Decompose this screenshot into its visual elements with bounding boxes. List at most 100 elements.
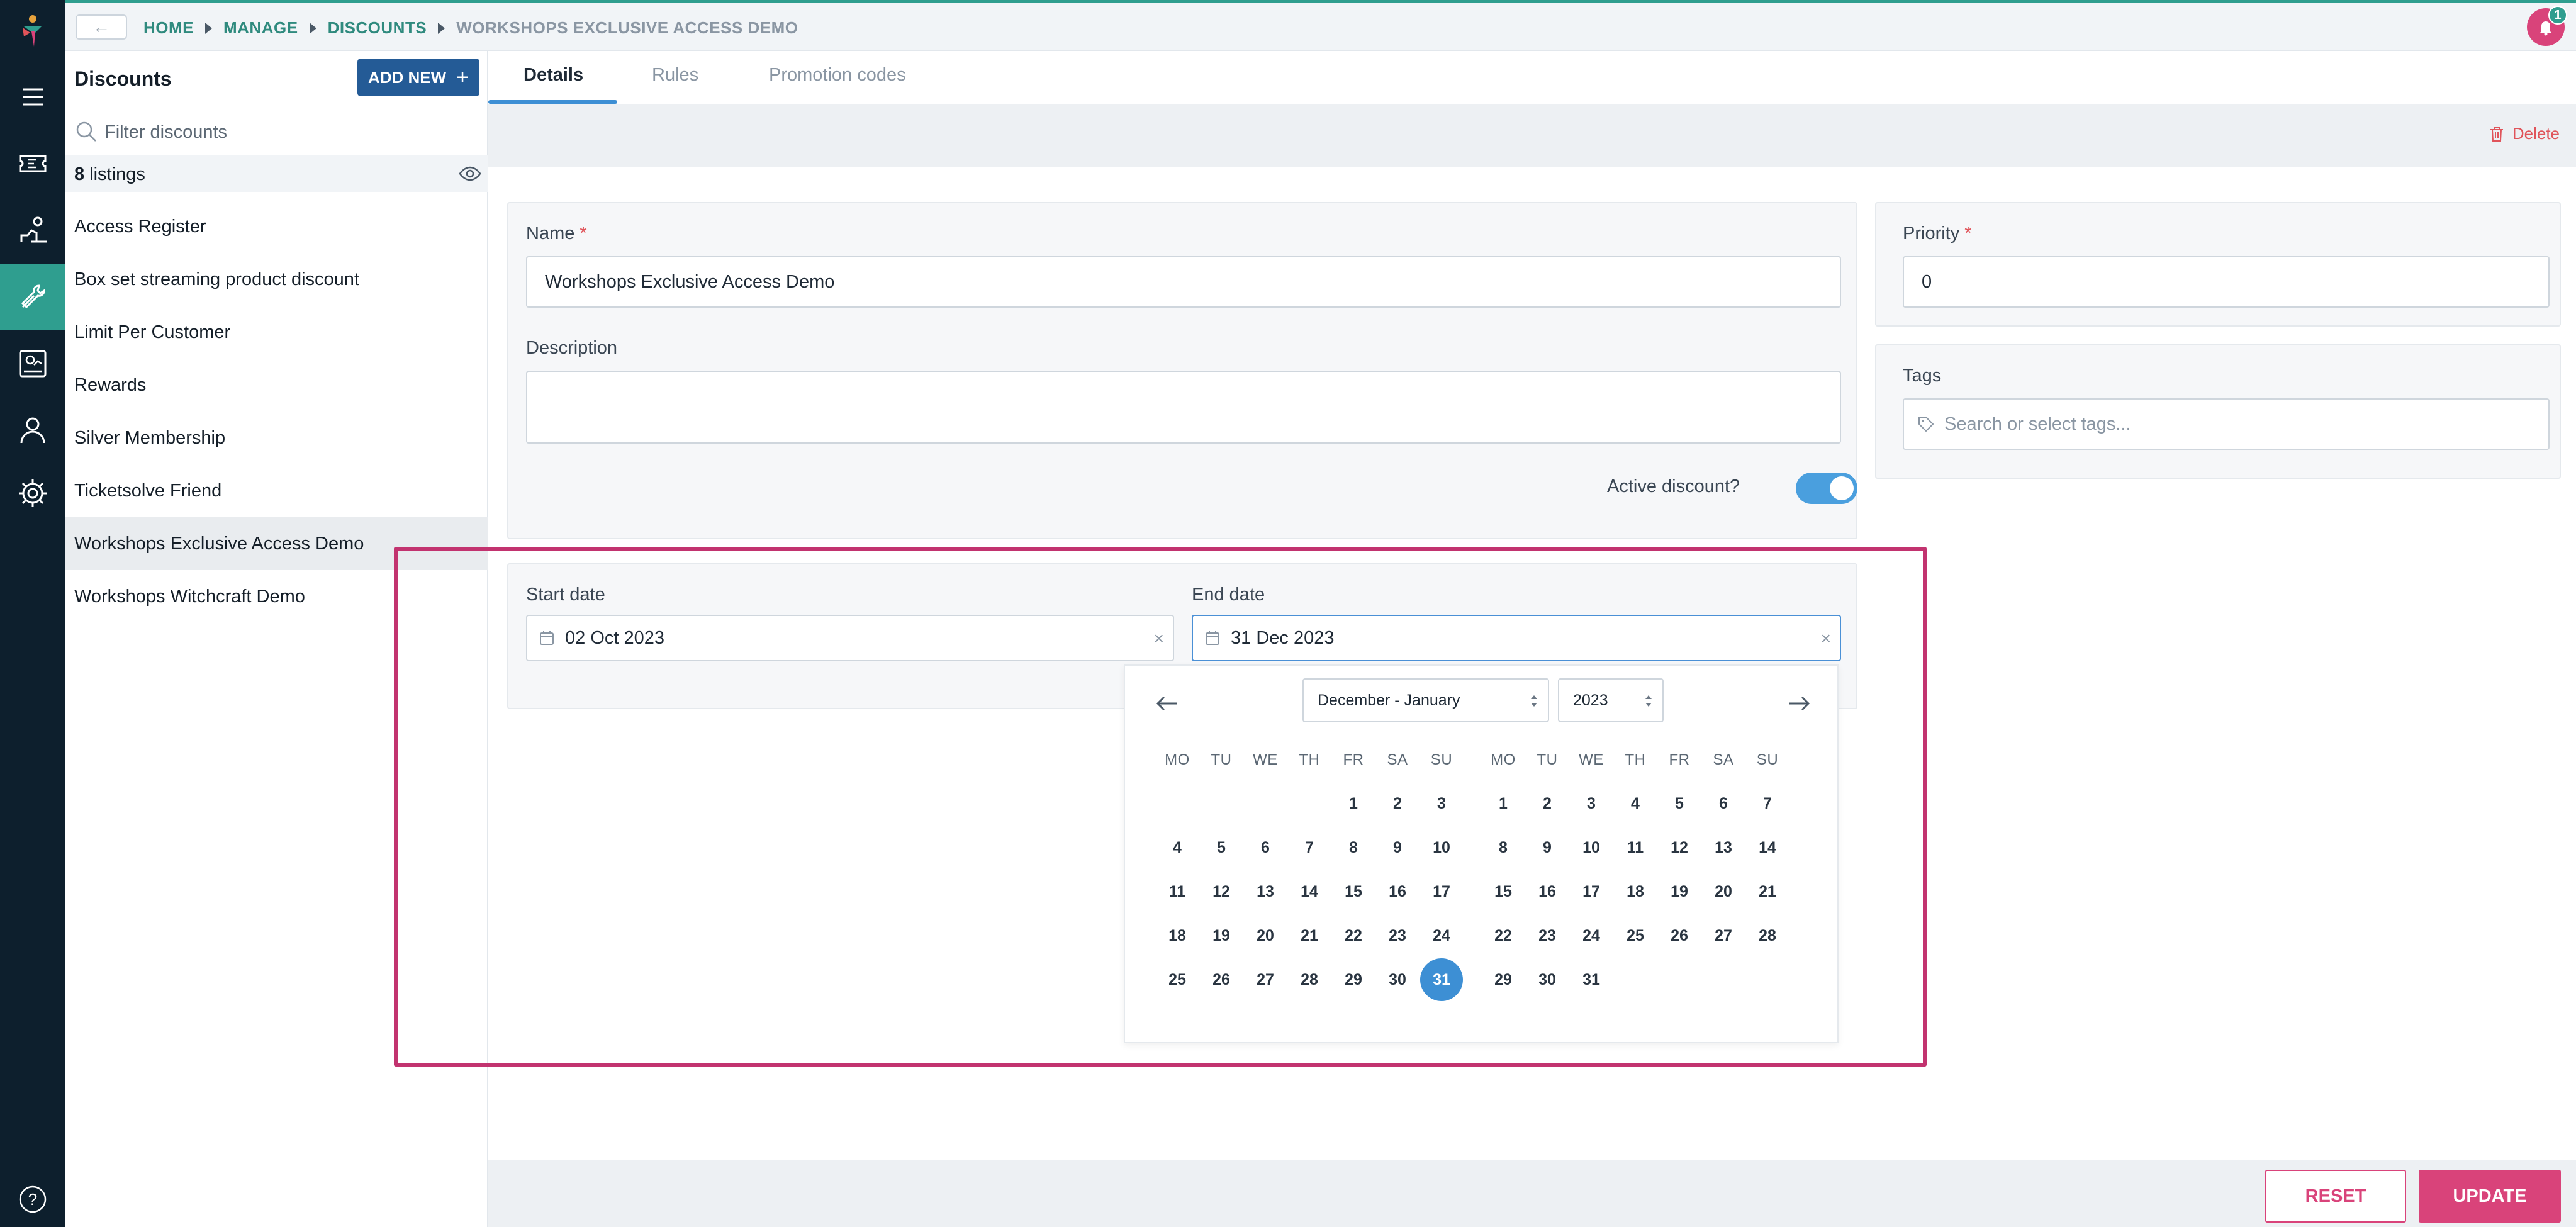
calendar-day[interactable]: 21 bbox=[1287, 915, 1331, 956]
calendar-day[interactable]: 27 bbox=[1701, 915, 1745, 956]
list-item[interactable]: Box set streaming product discount bbox=[65, 253, 488, 306]
calendar-day[interactable]: 16 bbox=[1525, 871, 1569, 912]
list-item[interactable]: Workshops Witchcraft Demo bbox=[65, 570, 488, 623]
calendar-day[interactable]: 30 bbox=[1375, 959, 1420, 1000]
calendar-day[interactable]: 4 bbox=[1155, 827, 1199, 868]
calendar-day[interactable]: 28 bbox=[1745, 915, 1789, 956]
breadcrumb-manage[interactable]: MANAGE bbox=[223, 18, 298, 38]
calendar-day[interactable]: 26 bbox=[1199, 959, 1243, 1000]
list-item-selected[interactable]: Workshops Exclusive Access Demo bbox=[65, 517, 488, 570]
calendar-day[interactable]: 28 bbox=[1287, 959, 1331, 1000]
calendar-day[interactable]: 7 bbox=[1745, 783, 1789, 824]
add-new-button[interactable]: ADD NEW + bbox=[357, 59, 479, 96]
users-group-icon[interactable] bbox=[0, 198, 65, 263]
calendar-day[interactable]: 23 bbox=[1525, 915, 1569, 956]
calendar-day[interactable]: 25 bbox=[1155, 959, 1199, 1000]
calendar-day[interactable]: 8 bbox=[1481, 827, 1525, 868]
reports-icon[interactable] bbox=[0, 331, 65, 396]
calendar-day[interactable]: 3 bbox=[1569, 783, 1613, 824]
clear-end-date-icon[interactable]: × bbox=[1821, 630, 1831, 647]
list-item[interactable]: Access Register bbox=[65, 200, 488, 253]
calendar-day[interactable]: 4 bbox=[1613, 783, 1657, 824]
gear-icon[interactable] bbox=[0, 461, 65, 526]
month-range-select[interactable]: December - January bbox=[1302, 678, 1549, 722]
calendar-day[interactable]: 12 bbox=[1199, 871, 1243, 912]
priority-input[interactable]: 0 bbox=[1903, 256, 2550, 308]
person-icon[interactable] bbox=[0, 398, 65, 463]
calendar-day[interactable]: 5 bbox=[1199, 827, 1243, 868]
calendar-day[interactable]: 12 bbox=[1657, 827, 1701, 868]
calendar-day-selected[interactable]: 31 bbox=[1420, 958, 1464, 1001]
calendar-day[interactable]: 14 bbox=[1745, 827, 1789, 868]
calendar-day[interactable]: 13 bbox=[1701, 827, 1745, 868]
help-icon[interactable]: ? bbox=[0, 1167, 65, 1227]
calendar-day[interactable]: 10 bbox=[1569, 827, 1613, 868]
back-button[interactable]: ← bbox=[76, 14, 127, 40]
calendar-day[interactable]: 20 bbox=[1701, 871, 1745, 912]
calendar-day[interactable]: 26 bbox=[1657, 915, 1701, 956]
delete-button[interactable]: Delete bbox=[2487, 124, 2560, 143]
calendar-day[interactable]: 2 bbox=[1525, 783, 1569, 824]
start-date-input[interactable]: 02 Oct 2023 × bbox=[526, 615, 1174, 661]
calendar-day[interactable]: 24 bbox=[1420, 915, 1464, 956]
calendar-day[interactable]: 9 bbox=[1525, 827, 1569, 868]
end-date-input[interactable]: 31 Dec 2023 × bbox=[1192, 615, 1841, 661]
calendar-day[interactable]: 14 bbox=[1287, 871, 1331, 912]
menu-icon[interactable] bbox=[0, 64, 65, 130]
calendar-day[interactable]: 19 bbox=[1199, 915, 1243, 956]
tools-icon[interactable] bbox=[0, 264, 65, 330]
reset-button[interactable]: RESET bbox=[2265, 1170, 2406, 1223]
calendar-day[interactable]: 7 bbox=[1287, 827, 1331, 868]
active-discount-toggle[interactable] bbox=[1796, 473, 1857, 504]
app-logo-icon[interactable] bbox=[19, 14, 47, 52]
calendar-day[interactable]: 20 bbox=[1243, 915, 1287, 956]
calendar-day[interactable]: 13 bbox=[1243, 871, 1287, 912]
list-item[interactable]: Silver Membership bbox=[65, 412, 488, 464]
list-item[interactable]: Limit Per Customer bbox=[65, 306, 488, 359]
breadcrumb-discounts[interactable]: DISCOUNTS bbox=[328, 18, 427, 38]
breadcrumb-home[interactable]: HOME bbox=[143, 18, 194, 38]
previous-month-arrow-icon[interactable] bbox=[1153, 690, 1180, 717]
calendar-day[interactable]: 6 bbox=[1701, 783, 1745, 824]
calendar-day[interactable]: 8 bbox=[1331, 827, 1375, 868]
calendar-day[interactable]: 27 bbox=[1243, 959, 1287, 1000]
calendar-day[interactable]: 18 bbox=[1613, 871, 1657, 912]
next-month-arrow-icon[interactable] bbox=[1786, 690, 1813, 717]
calendar-day[interactable]: 11 bbox=[1613, 827, 1657, 868]
tags-input[interactable]: Search or select tags... bbox=[1903, 398, 2550, 450]
calendar-day[interactable]: 30 bbox=[1525, 959, 1569, 1000]
year-select[interactable]: 2023 bbox=[1558, 678, 1664, 722]
calendar-day[interactable]: 16 bbox=[1375, 871, 1420, 912]
calendar-day[interactable]: 29 bbox=[1481, 959, 1525, 1000]
calendar-day[interactable]: 15 bbox=[1331, 871, 1375, 912]
clear-start-date-icon[interactable]: × bbox=[1154, 630, 1164, 647]
description-textarea[interactable] bbox=[526, 371, 1841, 444]
calendar-day[interactable]: 19 bbox=[1657, 871, 1701, 912]
calendar-day[interactable]: 11 bbox=[1155, 871, 1199, 912]
calendar-day[interactable]: 17 bbox=[1420, 871, 1464, 912]
ticket-icon[interactable] bbox=[0, 131, 65, 196]
tab-details[interactable]: Details bbox=[524, 65, 583, 86]
calendar-day[interactable]: 10 bbox=[1420, 827, 1464, 868]
list-item[interactable]: Ticketsolve Friend bbox=[65, 464, 488, 517]
calendar-day[interactable]: 24 bbox=[1569, 915, 1613, 956]
calendar-day[interactable]: 15 bbox=[1481, 871, 1525, 912]
list-item[interactable]: Rewards bbox=[65, 359, 488, 412]
calendar-day[interactable]: 18 bbox=[1155, 915, 1199, 956]
calendar-day[interactable]: 2 bbox=[1375, 783, 1420, 824]
notifications-button[interactable]: 1 bbox=[2527, 6, 2567, 46]
calendar-day[interactable]: 21 bbox=[1745, 871, 1789, 912]
update-button[interactable]: UPDATE bbox=[2419, 1170, 2561, 1223]
calendar-day[interactable]: 22 bbox=[1331, 915, 1375, 956]
calendar-day[interactable]: 31 bbox=[1569, 959, 1613, 1000]
calendar-day[interactable]: 22 bbox=[1481, 915, 1525, 956]
calendar-day[interactable]: 9 bbox=[1375, 827, 1420, 868]
calendar-day[interactable]: 29 bbox=[1331, 959, 1375, 1000]
eye-icon[interactable] bbox=[458, 163, 482, 184]
calendar-day[interactable]: 17 bbox=[1569, 871, 1613, 912]
tab-rules[interactable]: Rules bbox=[652, 65, 698, 86]
calendar-day[interactable]: 23 bbox=[1375, 915, 1420, 956]
tab-promotion-codes[interactable]: Promotion codes bbox=[769, 65, 906, 86]
calendar-day[interactable]: 3 bbox=[1420, 783, 1464, 824]
name-input[interactable]: Workshops Exclusive Access Demo bbox=[526, 256, 1841, 308]
